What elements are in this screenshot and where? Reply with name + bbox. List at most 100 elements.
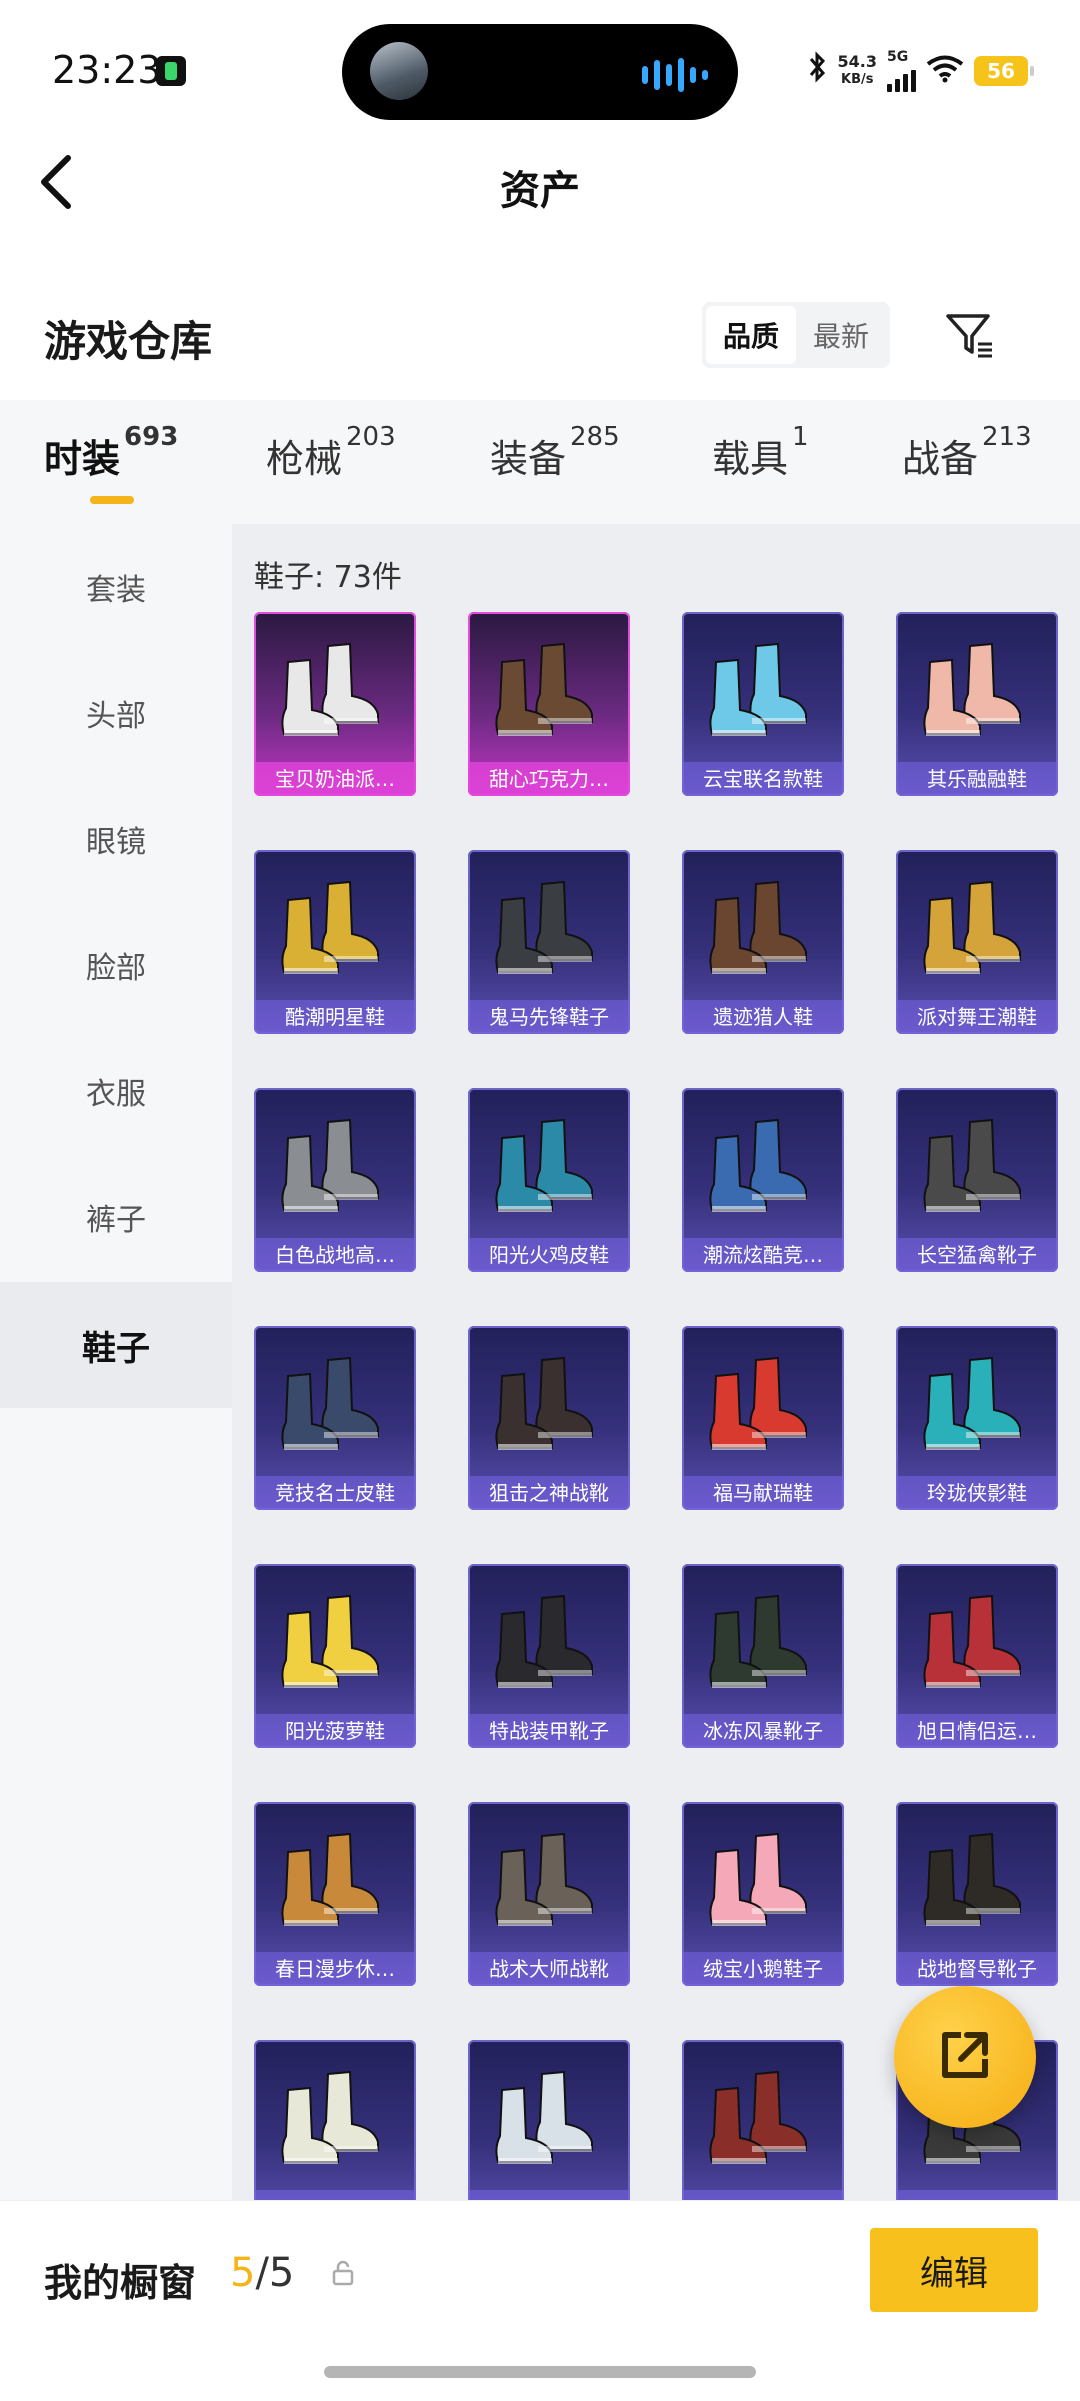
share-icon xyxy=(935,2025,995,2089)
sidebar-item-face[interactable]: 脸部 xyxy=(0,902,232,1028)
shoe-icon xyxy=(281,642,379,736)
battery-indicator: 56 xyxy=(974,56,1034,86)
sidebar-item-shoes[interactable]: 鞋子 xyxy=(0,1282,232,1408)
item-card[interactable]: 旭日情侣运… xyxy=(896,1564,1058,1748)
page-title: 资产 xyxy=(500,168,580,214)
item-card[interactable]: 其乐融融鞋 xyxy=(896,612,1058,796)
showcase-count: 5/5 xyxy=(230,2250,295,2296)
item-card[interactable]: 阳光火鸡皮鞋 xyxy=(468,1088,630,1272)
shoe-icon xyxy=(923,1356,1021,1450)
filter-icon[interactable] xyxy=(944,310,996,362)
share-fab[interactable] xyxy=(894,1986,1036,2128)
item-name xyxy=(682,2190,844,2200)
item-card[interactable]: 酷潮明星鞋 xyxy=(254,850,416,1034)
item-name: 福马献瑞鞋 xyxy=(682,1476,844,1510)
item-card[interactable]: 派对舞王潮鞋 xyxy=(896,850,1058,1034)
shoe-icon xyxy=(709,1594,807,1688)
item-name: 战术大师战靴 xyxy=(468,1952,630,1986)
item-card[interactable]: 冰冻风暴靴子 xyxy=(682,1564,844,1748)
item-name: 长空猛禽靴子 xyxy=(896,1238,1058,1272)
sidebar-item-pants[interactable]: 裤子 xyxy=(0,1154,232,1280)
tab-fashion[interactable]: 时装 693 xyxy=(44,422,178,483)
sort-quality-option[interactable]: 品质 xyxy=(706,306,796,364)
sidebar-item-head[interactable]: 头部 xyxy=(0,650,232,776)
item-name: 宝贝奶油派… xyxy=(254,762,416,796)
item-card[interactable]: 狙击之神战靴 xyxy=(468,1326,630,1510)
item-name: 甜心巧克力… xyxy=(468,762,630,796)
media-thumbnail xyxy=(370,42,428,100)
item-card[interactable]: 阳光菠萝鞋 xyxy=(254,1564,416,1748)
tab-vehicles[interactable]: 载具 1 xyxy=(712,422,809,483)
active-tab-indicator xyxy=(90,496,134,504)
edit-button[interactable]: 编辑 xyxy=(870,2228,1038,2312)
item-card[interactable]: 甜心巧克力… xyxy=(468,612,630,796)
tab-supplies[interactable]: 战备 213 xyxy=(902,422,1032,483)
shoe-icon xyxy=(495,1356,593,1450)
item-card[interactable]: 宝贝奶油派… xyxy=(254,612,416,796)
sort-newest-option[interactable]: 最新 xyxy=(796,306,886,364)
item-card[interactable]: 战地督导靴子 xyxy=(896,1802,1058,1986)
dynamic-island[interactable] xyxy=(342,24,738,120)
shoe-icon xyxy=(281,1594,379,1688)
shoe-icon xyxy=(709,1356,807,1450)
audio-wave-icon xyxy=(642,58,708,92)
status-time: 23:23 xyxy=(52,48,162,92)
item-card[interactable] xyxy=(254,2040,416,2200)
item-name xyxy=(254,2190,416,2200)
shoe-icon xyxy=(495,1594,593,1688)
item-card[interactable]: 战术大师战靴 xyxy=(468,1802,630,1986)
tab-firearms[interactable]: 枪械 203 xyxy=(266,422,396,483)
item-card[interactable]: 绒宝小鹅鞋子 xyxy=(682,1802,844,1986)
item-name: 遗迹猎人鞋 xyxy=(682,1000,844,1034)
sidebar-item-clothes[interactable]: 衣服 xyxy=(0,1028,232,1154)
item-card[interactable]: 玲珑侠影鞋 xyxy=(896,1326,1058,1510)
cellular-signal: 5G xyxy=(887,50,916,92)
app-notification-icon xyxy=(156,56,186,86)
item-name: 其乐融融鞋 xyxy=(896,762,1058,796)
item-name: 潮流炫酷竞… xyxy=(682,1238,844,1272)
item-name xyxy=(468,2190,630,2200)
shoe-icon xyxy=(709,642,807,736)
shoe-icon xyxy=(281,880,379,974)
tab-equipment[interactable]: 装备 285 xyxy=(490,422,620,483)
item-name: 鬼马先锋鞋子 xyxy=(468,1000,630,1034)
item-name: 冰冻风暴靴子 xyxy=(682,1714,844,1748)
item-card[interactable]: 长空猛禽靴子 xyxy=(896,1088,1058,1272)
item-card[interactable]: 特战装甲靴子 xyxy=(468,1564,630,1748)
sidebar-item-glasses[interactable]: 眼镜 xyxy=(0,776,232,902)
item-name: 战地督导靴子 xyxy=(896,1952,1058,1986)
item-card[interactable]: 春日漫步休… xyxy=(254,1802,416,1986)
item-card[interactable] xyxy=(682,2040,844,2200)
shoe-icon xyxy=(281,1118,379,1212)
shoe-icon xyxy=(923,1832,1021,1926)
item-card[interactable]: 白色战地高… xyxy=(254,1088,416,1272)
item-card[interactable]: 鬼马先锋鞋子 xyxy=(468,850,630,1034)
item-name: 旭日情侣运… xyxy=(896,1714,1058,1748)
item-name: 酷潮明星鞋 xyxy=(254,1000,416,1034)
item-card[interactable]: 竞技名士皮鞋 xyxy=(254,1326,416,1510)
item-card[interactable]: 福马献瑞鞋 xyxy=(682,1326,844,1510)
item-name: 竞技名士皮鞋 xyxy=(254,1476,416,1510)
network-speed: 54.3 KB/s xyxy=(837,52,877,88)
sort-toggle: 品质 最新 xyxy=(702,302,890,368)
item-name: 阳光菠萝鞋 xyxy=(254,1714,416,1748)
item-card[interactable]: 云宝联名款鞋 xyxy=(682,612,844,796)
shoe-icon xyxy=(923,880,1021,974)
signal-bars-icon xyxy=(887,64,916,92)
shoe-icon xyxy=(709,2070,807,2164)
shoe-icon xyxy=(495,642,593,736)
item-card[interactable]: 潮流炫酷竞… xyxy=(682,1088,844,1272)
shoe-icon xyxy=(923,642,1021,736)
shoe-icon xyxy=(495,1118,593,1212)
shoe-icon xyxy=(495,1832,593,1926)
shoe-icon xyxy=(923,1594,1021,1688)
sidebar-item-outfit[interactable]: 套装 xyxy=(0,524,232,650)
subcategory-sidebar: 套装 头部 眼镜 脸部 衣服 裤子 鞋子 xyxy=(0,524,232,2200)
item-card[interactable]: 遗迹猎人鞋 xyxy=(682,850,844,1034)
lock-icon xyxy=(332,2260,354,2286)
grid-count-label: 鞋子: 73件 xyxy=(254,560,402,595)
item-card[interactable] xyxy=(468,2040,630,2200)
item-name xyxy=(896,2190,1058,2200)
shoe-icon xyxy=(495,880,593,974)
item-name: 玲珑侠影鞋 xyxy=(896,1476,1058,1510)
